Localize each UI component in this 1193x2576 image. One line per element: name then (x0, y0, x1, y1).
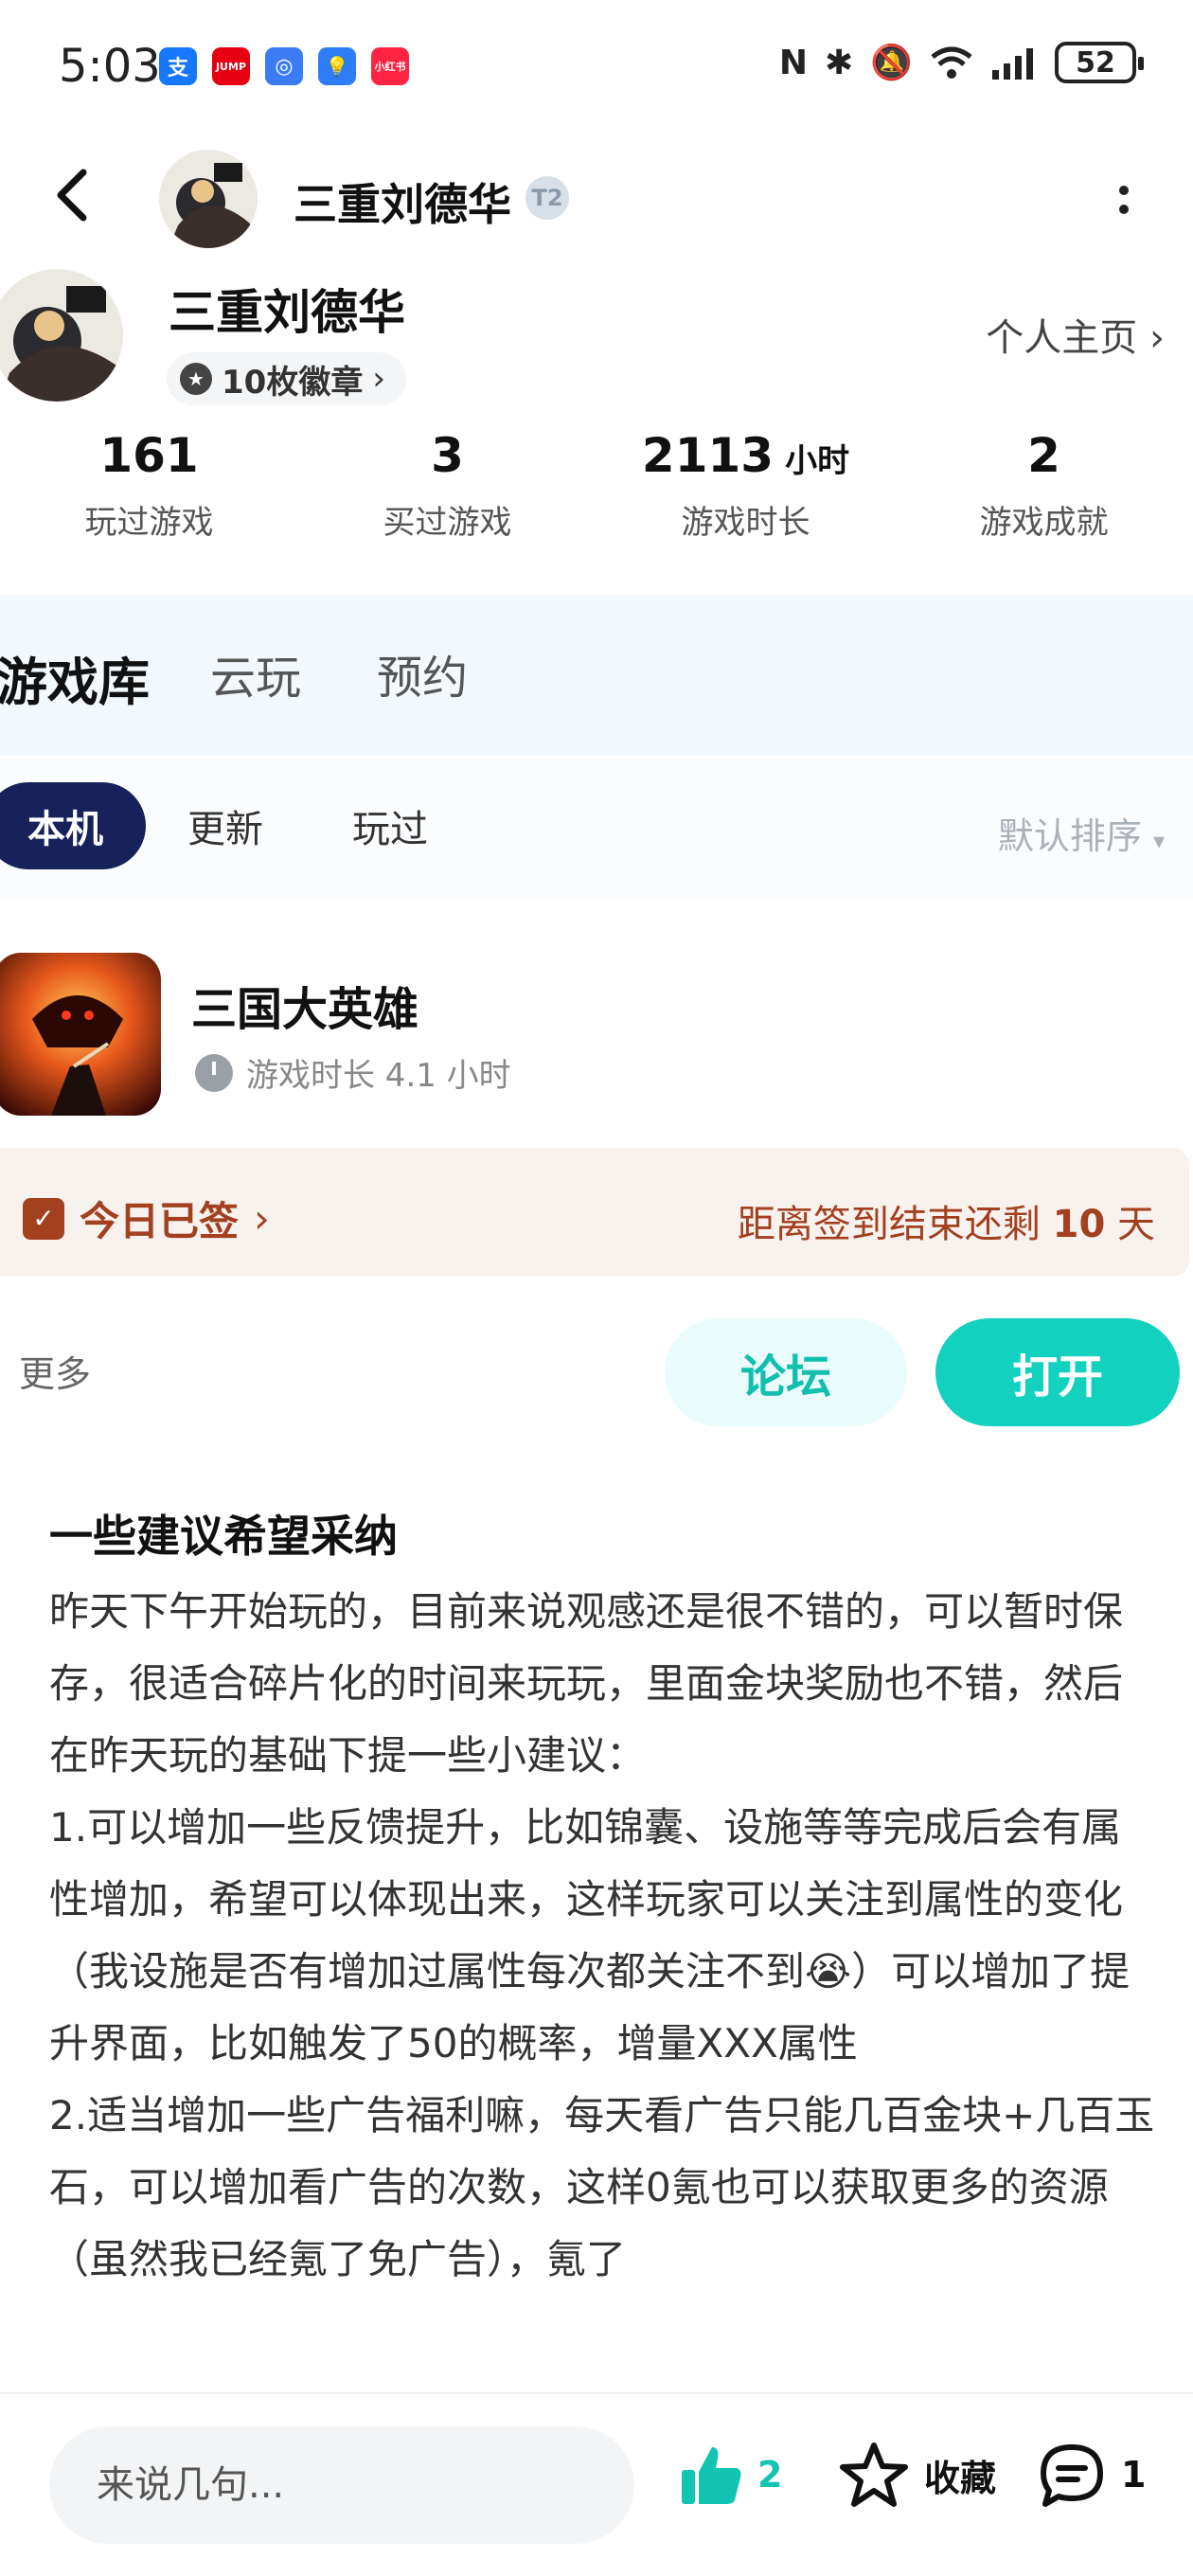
app-icon: ◎ (265, 47, 303, 85)
homepage-label: 个人主页 (986, 316, 1138, 360)
stat-played-games[interactable]: 161 玩过游戏 (0, 428, 298, 561)
like-count: 2 (757, 2454, 783, 2496)
stats-row: 161 玩过游戏 3 买过游戏 2113 小时 游戏时长 2 游戏成就 (0, 428, 1193, 561)
forum-button[interactable]: 论坛 (665, 1318, 907, 1426)
signin-bar[interactable]: ✓ 今日已签 › 距离签到结束还剩 10 天 (0, 1148, 1189, 1277)
status-bar: 5:03 支 JUMP ◎ 💡 小红书 N ✱ 🔕 52 (0, 0, 1193, 133)
stat-value: 2113 (641, 428, 775, 483)
chevron-right-icon: › (1149, 316, 1165, 360)
filter-played[interactable]: 玩过 (352, 782, 428, 869)
remaining-days: 10 (1052, 1203, 1106, 1246)
comment-count: 1 (1121, 2454, 1147, 2496)
jump-icon: JUMP (212, 47, 250, 85)
chevron-right-icon: › (372, 360, 385, 398)
caret-down-icon: ▾ (1152, 828, 1165, 854)
sort-dropdown[interactable]: 默认排序 ▾ (998, 807, 1165, 859)
comment-input[interactable] (49, 2426, 634, 2544)
remaining-prefix: 距离签到结束还剩 (737, 1203, 1041, 1246)
comments-button[interactable]: 1 (1038, 2442, 1146, 2508)
stat-label: 买过游戏 (383, 504, 512, 542)
stat-playtime[interactable]: 2113 小时 游戏时长 (596, 428, 895, 561)
game-card[interactable]: 三国大英雄 游戏时长 4.1 小时 (0, 938, 1193, 1127)
battery-indicator: 52 (1055, 42, 1144, 83)
signin-label: 今日已签 (80, 1198, 240, 1244)
stat-label: 玩过游戏 (84, 504, 214, 542)
stat-value: 161 (99, 428, 199, 483)
top-bar: 三重刘德华 T2 (0, 133, 1193, 265)
stat-value: 2 (1027, 428, 1060, 483)
homepage-link[interactable]: 个人主页 › (986, 307, 1165, 362)
signin-remaining: 距离签到结束还剩 10 天 (738, 1193, 1155, 1248)
chevron-left-icon (57, 169, 87, 222)
review-body: 昨天下午开始玩的，目前来说观感还是很不错的，可以暂时保存，很适合碎片化的时间来玩… (49, 1588, 1155, 2282)
tier-badge: T2 (525, 176, 569, 220)
favorite-label: 收藏 (924, 2457, 997, 2499)
game-title: 三国大英雄 (191, 983, 419, 1036)
alipay-icon: 支 (159, 47, 197, 85)
dot (1119, 186, 1129, 195)
calendar-check-icon: ✓ (23, 1197, 64, 1240)
like-button[interactable]: 2 (678, 2442, 782, 2508)
filter-row: 本机 更新 玩过 默认排序 ▾ (0, 758, 1193, 900)
stat-bought-games[interactable]: 3 买过游戏 (298, 428, 596, 561)
header-avatar[interactable] (159, 150, 258, 248)
header-title: 三重刘德华 (294, 179, 511, 230)
status-time: 5:03 (59, 40, 161, 93)
favorite-button[interactable]: 收藏 (839, 2442, 996, 2508)
stat-label: 游戏时长 (681, 504, 810, 542)
stopwatch-icon (195, 1053, 233, 1092)
more-options-button[interactable] (1110, 167, 1138, 233)
library-tabs: 游戏库 云玩 预约 (0, 595, 1193, 756)
star-icon (840, 2442, 908, 2507)
badges-button[interactable]: ★ 10枚徽章 › (167, 352, 406, 405)
wifi-icon (931, 46, 972, 79)
xiaohongshu-icon: 小红书 (371, 47, 409, 85)
game-actions: 更多 论坛 打开 (0, 1307, 1193, 1440)
sort-label: 默认排序 (997, 815, 1142, 857)
dot (1119, 205, 1129, 214)
chevron-right-icon: › (254, 1195, 270, 1242)
game-playtime: 游戏时长 4.1 小时 (195, 1049, 511, 1096)
signal-icon (992, 48, 1033, 80)
signin-status[interactable]: ✓ 今日已签 › (23, 1190, 270, 1247)
tab-cloud-play[interactable]: 云玩 (210, 640, 301, 707)
bottom-bar: 2 收藏 1 (0, 2392, 1193, 2576)
back-button[interactable] (53, 167, 110, 233)
game-icon[interactable] (0, 953, 161, 1116)
stat-achievements[interactable]: 2 游戏成就 (895, 428, 1193, 561)
badges-label: 10枚徽章 (222, 363, 364, 402)
more-link[interactable]: 更多 (19, 1345, 91, 1397)
tab-reservations[interactable]: 预约 (377, 640, 468, 707)
remaining-suffix: 天 (1117, 1203, 1155, 1246)
bulb-icon: 💡 (318, 47, 356, 85)
review-title: 一些建议希望采纳 (49, 1511, 398, 1562)
mute-bell-icon: 🔕 (870, 44, 913, 82)
comment-icon (1041, 2444, 1103, 2507)
notification-icons: 支 JUMP ◎ 💡 小红书 (159, 47, 409, 85)
profile-section: 三重刘德华 ★ 10枚徽章 › 个人主页 › (0, 265, 1193, 417)
thumbs-up-icon (682, 2447, 741, 2504)
filter-updates[interactable]: 更新 (187, 782, 263, 869)
nfc-icon: N (778, 43, 808, 82)
stat-label: 游戏成就 (979, 504, 1109, 542)
stat-unit: 小时 (785, 442, 850, 480)
filter-local[interactable]: 本机 (0, 782, 146, 869)
bluetooth-icon: ✱ (825, 43, 854, 82)
stat-value: 3 (431, 428, 464, 483)
review-post[interactable]: 一些建议希望采纳 昨天下午开始玩的，目前来说观感还是很不错的，可以暂时保存，很适… (49, 1502, 1157, 2419)
playtime-text: 游戏时长 4.1 小时 (246, 1057, 511, 1095)
open-button[interactable]: 打开 (935, 1318, 1180, 1426)
profile-name: 三重刘德华 (169, 285, 405, 340)
tab-game-library[interactable]: 游戏库 (0, 640, 151, 715)
profile-avatar[interactable] (0, 269, 123, 402)
system-icons: N ✱ 🔕 52 (778, 42, 1144, 83)
medal-icon: ★ (180, 363, 212, 395)
